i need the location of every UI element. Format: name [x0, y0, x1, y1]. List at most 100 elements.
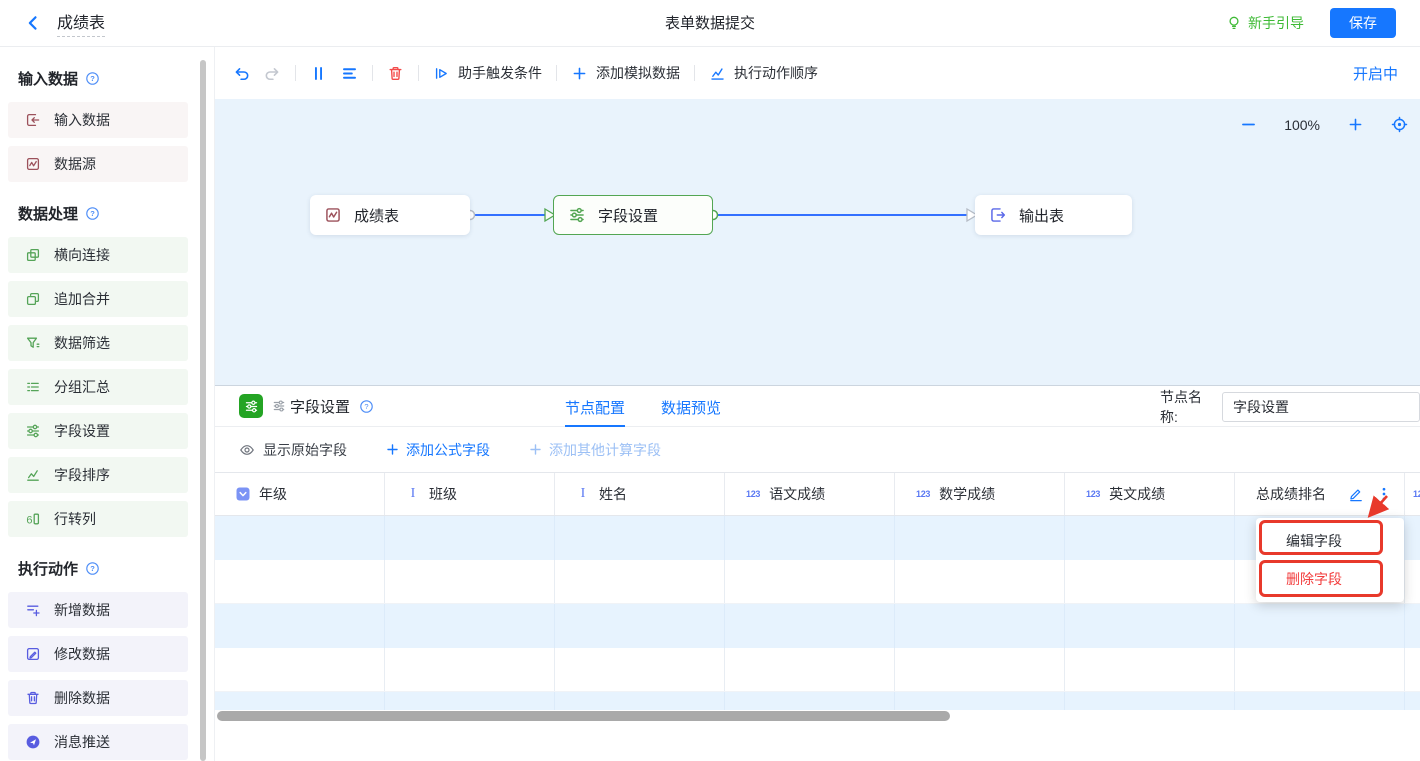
help-icon[interactable]: ?: [85, 561, 100, 576]
trigger-icon: [433, 65, 450, 82]
trash-icon: [25, 690, 41, 706]
node-field-settings[interactable]: 字段设置: [553, 195, 713, 235]
sidebar-item-字段设置[interactable]: 字段设置: [8, 413, 188, 449]
sidebar-item-字段排序[interactable]: 字段排序: [8, 457, 188, 493]
add-mock-data-button[interactable]: 添加模拟数据: [571, 63, 680, 83]
number-field-icon: 123: [1413, 489, 1420, 499]
datasource-icon: [25, 156, 41, 172]
sidebar-item-label: 修改数据: [54, 644, 110, 664]
table-cell: [1405, 516, 1420, 560]
tab-node-config[interactable]: 节点配置: [565, 386, 625, 428]
table-cell: [1065, 560, 1235, 603]
column-header-数学成绩[interactable]: 123数学成绩: [895, 473, 1065, 515]
trigger-label: 助手触发条件: [458, 63, 542, 83]
column-label: 班级: [429, 484, 457, 504]
node-grade-table[interactable]: 成绩表: [310, 195, 470, 235]
tab-data-preview[interactable]: 数据预览: [661, 386, 721, 428]
section-title-input: 输入数据?: [18, 68, 207, 89]
column-label: 总成绩排名: [1256, 484, 1326, 504]
sidebar-item-删除数据[interactable]: 删除数据: [8, 680, 188, 716]
sidebar-item-消息推送[interactable]: 消息推送: [8, 724, 188, 760]
edit-field-icon[interactable]: [1348, 486, 1364, 502]
sidebar-item-label: 分组汇总: [54, 377, 110, 397]
column-header-姓名[interactable]: I姓名: [555, 473, 725, 515]
menu-item-edit-field[interactable]: 编辑字段: [1256, 522, 1404, 560]
node-library-sidebar: 输入数据?输入数据数据源数据处理?横向连接追加合并数据筛选分组汇总字段设置字段排…: [0, 47, 207, 761]
flow-canvas[interactable]: 100% 成绩表 字段设置 输出表: [215, 99, 1420, 385]
text-field-icon: I: [406, 486, 420, 502]
beginner-guide-button[interactable]: 新手引导: [1226, 13, 1304, 33]
number-field-icon: 123: [1086, 489, 1100, 499]
table-cell: [215, 604, 385, 648]
undo-icon[interactable]: [233, 65, 250, 82]
menu-item-delete-field[interactable]: 删除字段: [1256, 560, 1404, 598]
sidebar-item-数据筛选[interactable]: 数据筛选: [8, 325, 188, 361]
redo-icon[interactable]: [264, 65, 281, 82]
horizontal-scrollbar-thumb[interactable]: [217, 711, 950, 721]
plus-icon: [571, 65, 588, 82]
zoom-out-icon[interactable]: [1240, 116, 1257, 133]
sidebar-item-新增数据[interactable]: 新增数据: [8, 592, 188, 628]
node-name-input[interactable]: [1222, 392, 1420, 422]
table-row: [215, 604, 1420, 648]
app-window: 成绩表 表单数据提交 新手引导 保存 输入数据?输入数据数据源数据处理?横向连接…: [0, 0, 1420, 761]
help-icon[interactable]: ?: [85, 71, 100, 86]
output-icon: [989, 206, 1007, 224]
help-icon[interactable]: ?: [359, 399, 374, 414]
column-header-英文成绩[interactable]: 123 英文成绩: [1065, 473, 1235, 515]
section-title-text: 执行动作: [18, 558, 78, 579]
section-title-text: 数据处理: [18, 203, 78, 224]
section-title-text: 输入数据: [18, 68, 78, 89]
status-toggle[interactable]: 开启中: [1353, 63, 1398, 84]
field-menu-kebab-icon[interactable]: [1376, 486, 1392, 502]
table-row: [215, 560, 1420, 604]
sidebar-item-行转列[interactable]: 6行转列: [8, 501, 188, 537]
sidebar-item-数据源[interactable]: 数据源: [8, 146, 188, 182]
plus-icon: [528, 442, 543, 457]
table-cell: [725, 604, 895, 648]
document-title[interactable]: 成绩表: [57, 9, 105, 37]
column-label: 年级: [259, 484, 287, 504]
sidebar-item-横向连接[interactable]: 横向连接: [8, 237, 188, 273]
column-header-col7[interactable]: 123: [1405, 473, 1420, 515]
column-header-语文成绩[interactable]: 123语文成绩: [725, 473, 895, 515]
sidebar-item-输入数据[interactable]: 输入数据: [8, 102, 188, 138]
node-output-table[interactable]: 输出表: [975, 195, 1132, 235]
sidebar-item-分组汇总[interactable]: 分组汇总: [8, 369, 188, 405]
align-column-icon[interactable]: [310, 65, 327, 82]
table-cell: [895, 692, 1065, 710]
save-button[interactable]: 保存: [1330, 8, 1396, 38]
sidebar-scrollbar[interactable]: [200, 60, 206, 761]
divider: [694, 65, 695, 81]
back-icon[interactable]: [24, 14, 42, 32]
align-row-icon[interactable]: [341, 65, 358, 82]
fit-view-icon[interactable]: [1391, 116, 1408, 133]
sort-icon: [25, 467, 41, 483]
add-other-calc-field-button: 添加其他计算字段: [528, 440, 661, 460]
sidebar-item-追加合并[interactable]: 追加合并: [8, 281, 188, 317]
divider: [556, 65, 557, 81]
action-order-button[interactable]: 执行动作顺序: [709, 63, 818, 83]
add-formula-field-button[interactable]: 添加公式字段: [385, 440, 490, 460]
node-label: 字段设置: [598, 205, 658, 226]
node-name-group: 节点名称:: [1160, 386, 1420, 428]
push-icon: [25, 734, 41, 750]
svg-text:?: ?: [90, 74, 95, 83]
table-cell: [1405, 648, 1420, 691]
column-header-班级[interactable]: I 班级: [385, 473, 555, 515]
table-cell: [725, 560, 895, 603]
help-icon[interactable]: ?: [85, 206, 100, 221]
zoom-in-icon[interactable]: [1347, 116, 1364, 133]
table-row: [215, 516, 1420, 560]
sidebar-item-修改数据[interactable]: 修改数据: [8, 636, 188, 672]
column-label: 语文成绩: [769, 484, 825, 504]
column-label: 英文成绩: [1109, 484, 1165, 504]
column-header-年级[interactable]: 年级: [215, 473, 385, 515]
table-cell: [385, 648, 555, 691]
column-header-总成绩排名[interactable]: 总成绩排名: [1235, 473, 1405, 515]
bulb-icon: [1226, 15, 1242, 31]
show-original-fields-button[interactable]: 显示原始字段: [239, 440, 347, 460]
delete-node-icon[interactable]: [387, 65, 404, 82]
assistant-trigger-button[interactable]: 助手触发条件: [433, 63, 542, 83]
table-cell: [1235, 648, 1405, 691]
